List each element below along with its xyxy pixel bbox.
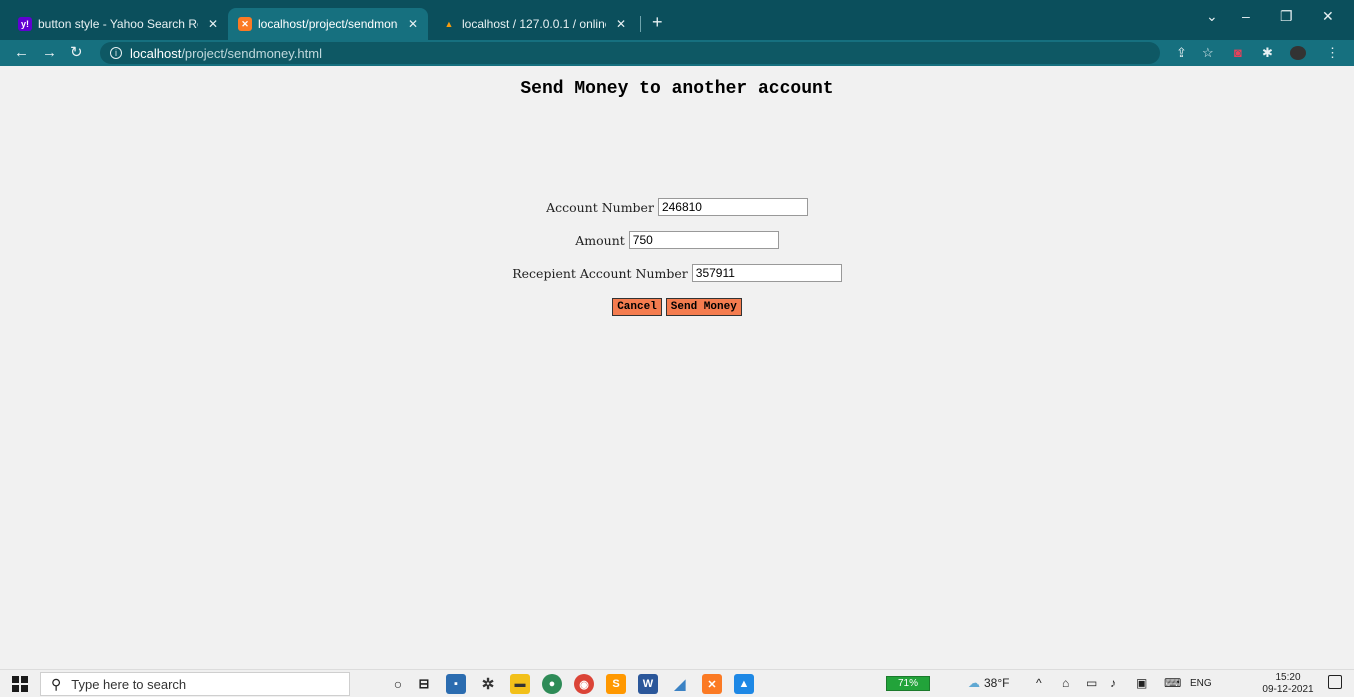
close-icon[interactable]: ✕ bbox=[208, 17, 218, 31]
notification-center-icon[interactable] bbox=[1328, 675, 1342, 689]
keyboard-icon[interactable]: ⌨ bbox=[1164, 676, 1181, 690]
browser-toolbar: ← → ↻ i localhost /project/sendmoney.htm… bbox=[0, 40, 1354, 66]
close-icon[interactable]: ✕ bbox=[616, 17, 626, 31]
page-title: Send Money to another account bbox=[520, 79, 834, 99]
search-placeholder: Type here to search bbox=[71, 676, 187, 692]
tab-title: localhost/project/sendmoney.htm bbox=[258, 17, 398, 31]
form-buttons: Cancel Send Money bbox=[0, 298, 1354, 316]
send-money-button[interactable]: Send Money bbox=[665, 298, 742, 316]
touchpad-icon[interactable]: ⌂ bbox=[1062, 676, 1069, 690]
search-icon: ⚲ bbox=[51, 675, 62, 692]
tab-title: localhost / 127.0.0.1 / online ban bbox=[462, 17, 606, 31]
language-indicator[interactable]: ENG bbox=[1190, 678, 1212, 689]
whatsapp-icon[interactable]: ● bbox=[542, 674, 562, 694]
amount-input[interactable] bbox=[628, 231, 779, 249]
account-number-row: Account Number bbox=[0, 198, 1354, 216]
clock-time: 15:20 bbox=[1275, 672, 1301, 683]
extensions-puzzle-icon[interactable]: ✱ bbox=[1262, 46, 1273, 60]
volume-icon[interactable]: ♪ bbox=[1110, 676, 1116, 690]
back-arrow-icon[interactable]: ← bbox=[14, 44, 29, 62]
windows-taskbar: ⚲ Type here to search ○ ⊟ ▪ ✲ ▬ ● ◉ S W … bbox=[0, 669, 1354, 697]
xampp-icon: ✕ bbox=[238, 17, 252, 31]
taskbar-search-box[interactable]: ⚲ Type here to search bbox=[40, 672, 350, 696]
url-host: localhost bbox=[130, 45, 182, 61]
meet-icon[interactable]: ▣ bbox=[1136, 676, 1147, 690]
recipient-account-row: Recepient Account Number bbox=[0, 264, 1354, 282]
sublime-text-icon[interactable]: S bbox=[606, 674, 626, 694]
battery-icon[interactable]: ▭ bbox=[1086, 676, 1097, 690]
word-icon[interactable]: W bbox=[638, 674, 658, 694]
notepad-icon[interactable]: ◢ bbox=[670, 674, 690, 694]
tab-search-icon[interactable]: ⌄ bbox=[1206, 8, 1218, 25]
pocket-extension-icon[interactable]: ◙ bbox=[1234, 46, 1242, 60]
phpmyadmin-icon: ▲ bbox=[444, 19, 454, 29]
profile-avatar[interactable] bbox=[1290, 46, 1306, 60]
recipient-account-label: Recepient Account Number bbox=[512, 265, 688, 281]
weather-temperature[interactable]: 38°F bbox=[984, 676, 1009, 690]
browser-tab-strip: y! button style - Yahoo Search Resu ✕ ✕ … bbox=[0, 0, 1354, 40]
close-icon[interactable]: ✕ bbox=[408, 17, 418, 31]
tab-separator bbox=[640, 16, 641, 32]
tab-phpmyadmin[interactable]: ▲ localhost / 127.0.0.1 / online ban ✕ bbox=[432, 8, 636, 40]
forward-arrow-icon[interactable]: → bbox=[42, 44, 57, 62]
more-menu-icon[interactable]: ⋮ bbox=[1326, 46, 1339, 60]
chevron-up-icon[interactable]: ^ bbox=[1036, 676, 1042, 690]
settings-gear-icon[interactable]: ✲ bbox=[478, 674, 498, 694]
share-icon[interactable]: ⇪ bbox=[1176, 46, 1187, 60]
cancel-button[interactable]: Cancel bbox=[612, 298, 662, 316]
taskbar-clock[interactable]: 15:20 09-12-2021 bbox=[1258, 672, 1318, 696]
page-content: Send Money to another account Account Nu… bbox=[0, 66, 1354, 669]
cortana-icon[interactable]: ○ bbox=[388, 674, 408, 694]
site-info-icon[interactable]: i bbox=[110, 47, 122, 59]
photos-icon[interactable]: ▲ bbox=[734, 674, 754, 694]
tab-yahoo-search[interactable]: y! button style - Yahoo Search Resu ✕ bbox=[8, 8, 228, 40]
clock-date: 09-12-2021 bbox=[1262, 684, 1314, 695]
file-explorer-icon[interactable]: ▬ bbox=[510, 674, 530, 694]
task-view-icon[interactable]: ⊟ bbox=[414, 674, 434, 694]
new-tab-button[interactable]: + bbox=[652, 13, 663, 31]
store-icon[interactable]: ▪ bbox=[446, 674, 466, 694]
weather-icon: ☁ bbox=[968, 676, 980, 690]
chrome-icon[interactable]: ◉ bbox=[574, 674, 594, 694]
restore-button[interactable]: ❐ bbox=[1280, 8, 1293, 25]
url-path: /project/sendmoney.html bbox=[181, 45, 322, 61]
amount-row: Amount bbox=[0, 231, 1354, 249]
window-close-button[interactable]: ✕ bbox=[1322, 8, 1334, 25]
bookmark-star-icon[interactable]: ☆ bbox=[1202, 46, 1214, 60]
recipient-account-input[interactable] bbox=[691, 264, 842, 282]
account-number-input[interactable] bbox=[657, 198, 808, 216]
battery-indicator[interactable]: 71% bbox=[886, 676, 930, 691]
windows-start-icon[interactable] bbox=[12, 676, 28, 692]
tab-sendmoney[interactable]: ✕ localhost/project/sendmoney.htm ✕ bbox=[228, 8, 428, 40]
reload-icon[interactable]: ↻ bbox=[70, 44, 83, 62]
address-bar[interactable]: i localhost /project/sendmoney.html bbox=[100, 42, 1160, 64]
yahoo-icon: y! bbox=[18, 17, 32, 31]
tab-title: button style - Yahoo Search Resu bbox=[38, 17, 198, 31]
account-number-label: Account Number bbox=[546, 199, 654, 215]
xampp-taskbar-icon[interactable]: ✕ bbox=[702, 674, 722, 694]
amount-label: Amount bbox=[575, 232, 625, 248]
minimize-button[interactable]: – bbox=[1242, 8, 1250, 24]
